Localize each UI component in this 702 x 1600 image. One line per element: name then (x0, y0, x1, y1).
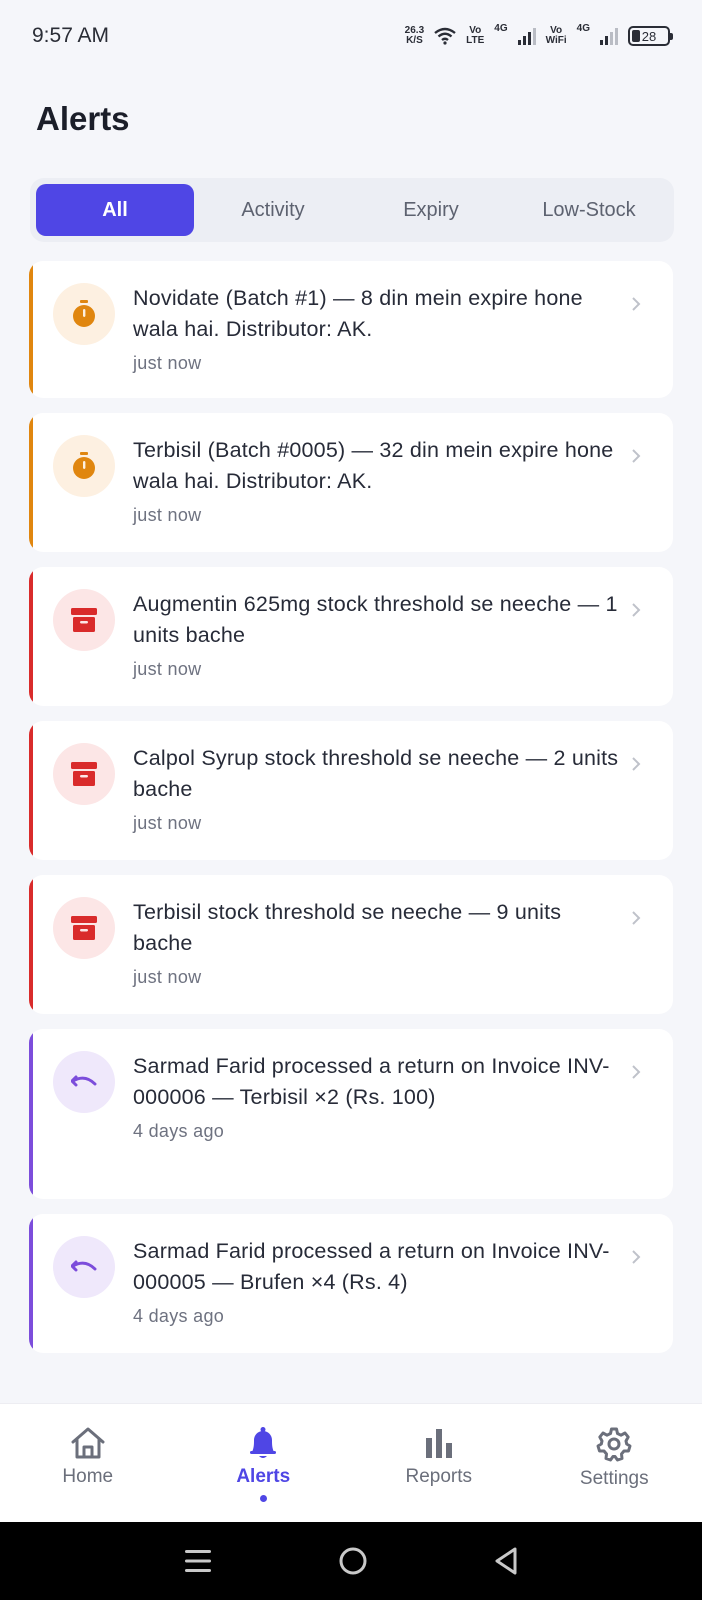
bottom-nav: Home Alerts Reports Settings (0, 1403, 702, 1522)
alert-time: just now (133, 967, 202, 987)
alert-card[interactable]: Novidate (Batch #1) — 8 din mein expire … (29, 261, 673, 398)
alerts-list: Novidate (Batch #1) — 8 din mein expire … (29, 261, 673, 1368)
page-title: Alerts (36, 100, 130, 137)
archive-box-icon (53, 589, 115, 651)
archive-box-icon (53, 897, 115, 959)
chevron-right-icon (632, 757, 641, 771)
network-type-2: 4G (576, 23, 590, 34)
bell-icon (250, 1427, 277, 1458)
volte-indicator: Vo LTE (466, 25, 485, 46)
alert-message: Terbisil stock threshold se neeche — 9 u… (133, 900, 562, 955)
vowifi-indicator: Vo WiFi (545, 25, 567, 46)
alert-card[interactable]: Augmentin 625mg stock threshold se neech… (29, 567, 673, 706)
chevron-right-icon (632, 1250, 641, 1264)
home-icon (71, 1427, 105, 1459)
alert-body: Terbisil stock threshold se neeche — 9 u… (133, 897, 623, 988)
chevron-right-icon (632, 1065, 641, 1079)
battery-icon: 28 (628, 26, 673, 46)
archive-box-icon (53, 743, 115, 805)
alert-time: 4 days ago (133, 1121, 225, 1141)
chevron-right-icon (632, 911, 641, 925)
net-speed: 26.3 K/S (404, 25, 425, 46)
alert-time: just now (133, 353, 202, 373)
gear-icon (596, 1427, 632, 1462)
undo-return-icon (53, 1236, 115, 1298)
alert-message: Sarmad Farid processed a return on Invoi… (133, 1054, 610, 1109)
nav-alerts-label: Alerts (236, 1466, 291, 1487)
alert-message: Novidate (Batch #1) — 8 din mein expire … (133, 286, 583, 341)
alert-card[interactable]: Terbisil stock threshold se neeche — 9 u… (29, 875, 673, 1014)
timer-icon (53, 283, 115, 345)
home-button-icon[interactable] (338, 1546, 368, 1576)
alert-card[interactable]: Terbisil (Batch #0005) — 32 din mein exp… (29, 413, 673, 552)
alert-message: Augmentin 625mg stock threshold se neech… (133, 592, 618, 647)
chevron-right-icon (632, 603, 641, 617)
nav-settings[interactable]: Settings (527, 1404, 702, 1522)
timer-icon (53, 435, 115, 497)
network-type-1: 4G (494, 23, 508, 34)
tab-expiry[interactable]: Expiry (352, 184, 510, 236)
nav-home[interactable]: Home (0, 1404, 176, 1522)
alert-time: just now (133, 813, 202, 833)
alert-body: Calpol Syrup stock threshold se neeche —… (133, 743, 623, 834)
alert-message: Terbisil (Batch #0005) — 32 din mein exp… (133, 438, 614, 493)
nav-reports[interactable]: Reports (351, 1404, 527, 1522)
tab-low-stock[interactable]: Low-Stock (510, 184, 668, 236)
tab-activity[interactable]: Activity (194, 184, 352, 236)
alert-body: Sarmad Farid processed a return on Invoi… (133, 1236, 623, 1327)
chevron-right-icon (632, 449, 641, 463)
alert-message: Calpol Syrup stock threshold se neeche —… (133, 746, 619, 801)
signal-strength-icon-2 (600, 27, 618, 45)
system-nav-bar (0, 1522, 702, 1600)
status-icons: 26.3 K/S Vo LTE 4G Vo WiFi 4G 28 (404, 23, 673, 46)
nav-alerts[interactable]: Alerts (176, 1404, 352, 1522)
recent-apps-icon[interactable] (183, 1548, 213, 1574)
alert-body: Terbisil (Batch #0005) — 32 din mein exp… (133, 435, 623, 526)
status-time: 9:57 AM (32, 24, 110, 47)
nav-settings-label: Settings (579, 1468, 649, 1489)
status-bar: 9:57 AM 26.3 K/S Vo LTE 4G Vo WiFi 4G 28 (0, 0, 702, 72)
filter-tabs: All Activity Expiry Low-Stock (30, 178, 674, 242)
undo-return-icon (53, 1051, 115, 1113)
active-indicator-dot (259, 1495, 267, 1502)
alert-card[interactable]: Sarmad Farid processed a return on Invoi… (29, 1214, 673, 1353)
signal-strength-icon (517, 27, 536, 45)
alert-time: just now (133, 659, 202, 679)
chevron-right-icon (632, 297, 641, 311)
alert-card[interactable]: Calpol Syrup stock threshold se neeche —… (29, 721, 673, 860)
nav-reports-label: Reports (405, 1466, 473, 1487)
tab-all[interactable]: All (36, 184, 194, 236)
alert-card[interactable]: Sarmad Farid processed a return on Invoi… (29, 1029, 673, 1199)
alert-time: 4 days ago (133, 1306, 225, 1326)
bar-chart-icon (425, 1429, 452, 1458)
wifi-icon (434, 27, 456, 45)
alert-message: Sarmad Farid processed a return on Invoi… (133, 1239, 610, 1294)
alert-time: just now (133, 505, 202, 525)
alert-body: Augmentin 625mg stock threshold se neech… (133, 589, 623, 680)
alert-body: Novidate (Batch #1) — 8 din mein expire … (133, 283, 623, 374)
back-icon[interactable] (493, 1546, 519, 1576)
alert-body: Sarmad Farid processed a return on Invoi… (133, 1051, 623, 1142)
nav-home-label: Home (62, 1466, 114, 1487)
